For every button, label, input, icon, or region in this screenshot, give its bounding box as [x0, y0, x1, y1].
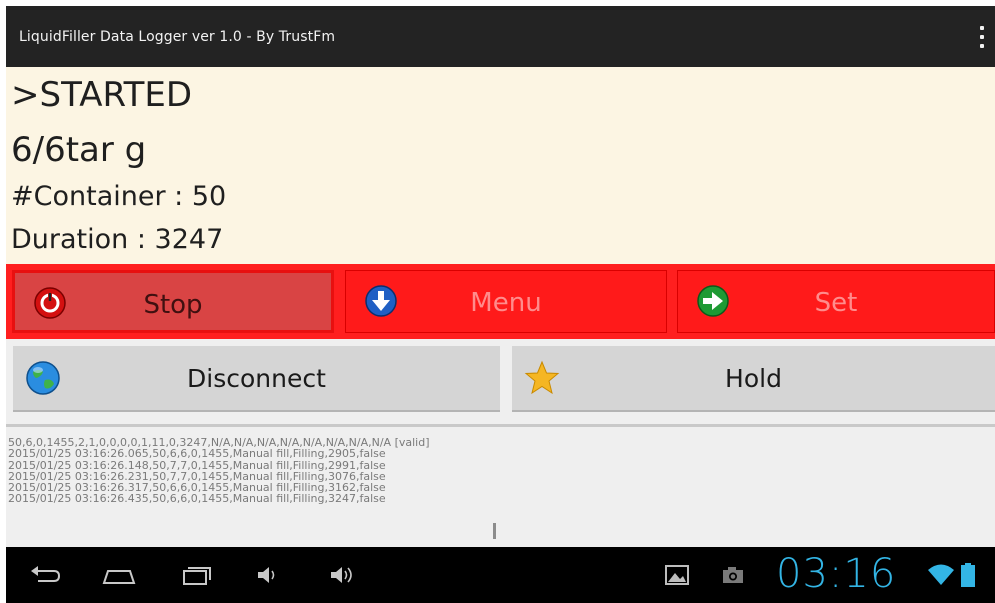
disconnect-button[interactable]: Disconnect: [13, 346, 500, 412]
container-count: #Container : 50: [11, 181, 227, 212]
log-scrollbar[interactable]: [493, 523, 496, 539]
log-output[interactable]: 50,6,0,1455,2,1,0,0,0,0,1,11,0,3247,N/A,…: [8, 437, 508, 505]
hold-button[interactable]: Hold: [512, 346, 995, 412]
disconnect-label: Disconnect: [187, 364, 326, 393]
action-bar: LiquidFiller Data Logger ver 1.0 - By Tr…: [6, 6, 995, 67]
app-screen: LiquidFiller Data Logger ver 1.0 - By Tr…: [6, 6, 995, 603]
battery-icon: [961, 563, 975, 587]
status-state: >STARTED: [11, 75, 193, 115]
stop-button[interactable]: Stop: [12, 270, 334, 333]
menu-button[interactable]: Menu: [345, 270, 667, 333]
set-button[interactable]: Set: [677, 270, 995, 333]
system-nav-bar: 03:16: [6, 547, 995, 603]
duration-value: Duration : 3247: [11, 224, 224, 255]
back-icon[interactable]: [28, 561, 64, 589]
clock[interactable]: 03:16: [776, 551, 896, 597]
hold-label: Hold: [725, 364, 782, 393]
log-line: 2015/01/25 03:16:26.065,50,6,6,0,1455,Ma…: [8, 447, 386, 461]
wifi-icon: [928, 564, 954, 585]
overflow-menu-icon[interactable]: [978, 26, 986, 48]
app-title: LiquidFiller Data Logger ver 1.0 - By Tr…: [19, 28, 336, 45]
divider: [6, 424, 995, 427]
status-weight: 6/6tar g: [11, 130, 147, 170]
stop-label: Stop: [143, 290, 203, 320]
recent-apps-icon[interactable]: [178, 561, 214, 589]
control-row: Stop Menu Set: [6, 264, 995, 339]
gallery-notification-icon[interactable]: [664, 561, 690, 589]
volume-down-icon[interactable]: [254, 561, 280, 589]
menu-label: Menu: [470, 288, 542, 318]
status-panel: >STARTED 6/6tar g #Container : 50 Durati…: [6, 67, 995, 264]
volume-up-icon[interactable]: [328, 561, 358, 589]
home-icon[interactable]: [100, 561, 138, 589]
set-label: Set: [814, 288, 858, 318]
log-line: 2015/01/25 03:16:26.435,50,6,6,0,1455,Ma…: [8, 492, 386, 506]
camera-notification-icon[interactable]: [720, 561, 746, 589]
